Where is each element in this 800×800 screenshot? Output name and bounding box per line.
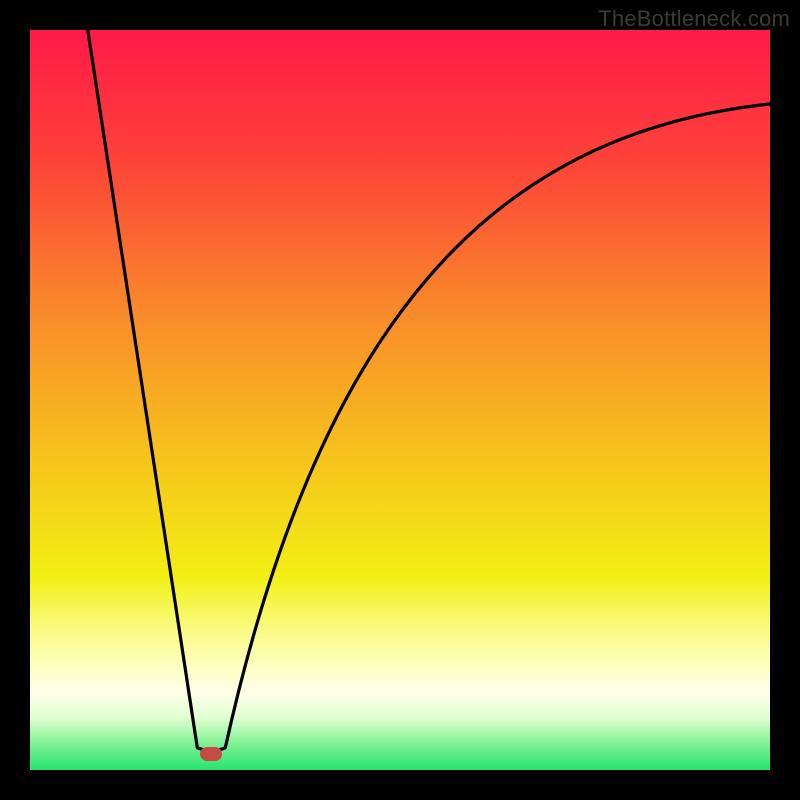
plot-area xyxy=(30,30,770,770)
bottleneck-curve xyxy=(30,30,770,770)
minimum-marker xyxy=(200,747,222,761)
watermark-text: TheBottleneck.com xyxy=(598,6,790,32)
chart-frame: TheBottleneck.com xyxy=(0,0,800,800)
